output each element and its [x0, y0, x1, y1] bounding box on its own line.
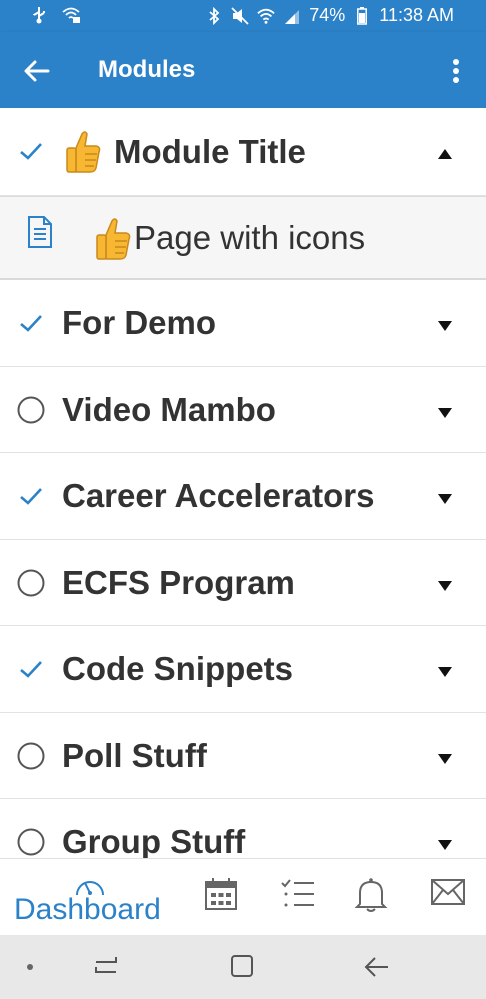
bell-icon[interactable]	[354, 877, 394, 917]
bottom-nav: Dashboard	[0, 858, 486, 935]
module-item-label: Page with icons	[134, 219, 366, 256]
chevron-down-icon[interactable]	[438, 664, 452, 677]
system-nav-bar	[0, 935, 486, 999]
mute-icon	[231, 6, 249, 25]
module-title: Video Mambo	[62, 390, 276, 428]
module-title: For Demo	[62, 304, 217, 341]
chevron-up-icon[interactable]	[438, 146, 452, 159]
modules-list: Module Title Page with icons For Demo Vi…	[0, 108, 486, 858]
wifi-call-icon	[62, 6, 80, 24]
module-row[interactable]: ECFS Program	[0, 539, 486, 626]
module-title: Career Accelerators	[62, 477, 375, 514]
page-title: Modules	[98, 56, 196, 83]
module-title: Code Snippets	[62, 650, 294, 687]
nav-dashboard[interactable]: Dashboard	[14, 873, 174, 933]
todo-list-icon[interactable]	[280, 877, 320, 917]
check-icon	[16, 308, 46, 338]
module-row[interactable]: Module Title	[0, 108, 486, 196]
calendar-icon[interactable]	[204, 877, 244, 917]
module-title: Module Title	[114, 133, 306, 170]
check-icon	[16, 654, 46, 684]
chevron-down-icon[interactable]	[438, 405, 452, 418]
incomplete-circle-icon	[16, 827, 46, 857]
module-title: Poll Stuff	[62, 736, 207, 774]
chevron-down-icon[interactable]	[438, 578, 452, 591]
nav-dashboard-label: Dashboard	[14, 893, 161, 926]
module-row[interactable]: Video Mambo	[0, 366, 486, 453]
incomplete-circle-icon	[16, 741, 46, 771]
chevron-down-icon[interactable]	[438, 318, 452, 331]
system-back-icon[interactable]	[362, 953, 392, 981]
chevron-down-icon[interactable]	[438, 837, 452, 850]
wifi-icon	[257, 7, 275, 25]
bluetooth-icon	[205, 6, 223, 25]
clock: 11:38 AM	[379, 5, 454, 25]
thumbs-up-icon	[94, 215, 132, 261]
mail-icon[interactable]	[430, 877, 470, 917]
check-icon	[16, 481, 46, 511]
nav-dot-icon	[20, 953, 50, 981]
module-title: Group Stuff	[62, 823, 246, 858]
incomplete-circle-icon	[16, 395, 46, 425]
module-row[interactable]: Group Stuff	[0, 799, 486, 858]
incomplete-circle-icon	[16, 568, 46, 598]
signal-icon	[283, 7, 301, 25]
overflow-menu-icon[interactable]	[448, 56, 464, 86]
module-row[interactable]: For Demo	[0, 280, 486, 367]
check-icon	[16, 136, 46, 166]
chevron-down-icon[interactable]	[438, 491, 452, 504]
home-icon[interactable]	[228, 953, 258, 981]
battery-percent: 74%	[309, 5, 346, 25]
chevron-down-icon[interactable]	[438, 751, 452, 764]
battery-icon	[353, 6, 371, 25]
page-icon	[26, 215, 54, 249]
usb-icon	[30, 6, 48, 24]
module-row[interactable]: Code Snippets	[0, 626, 486, 713]
module-item-row[interactable]: Page with icons	[0, 196, 486, 280]
back-arrow-icon[interactable]	[22, 56, 52, 86]
status-bar: 74% 11:38 AM	[0, 0, 486, 32]
module-title: ECFS Program	[62, 563, 295, 601]
module-row[interactable]: Poll Stuff	[0, 712, 486, 799]
thumbs-up-icon	[64, 128, 102, 174]
app-bar: Modules	[0, 32, 486, 108]
module-row[interactable]: Career Accelerators	[0, 453, 486, 540]
recent-apps-icon[interactable]	[92, 953, 122, 981]
